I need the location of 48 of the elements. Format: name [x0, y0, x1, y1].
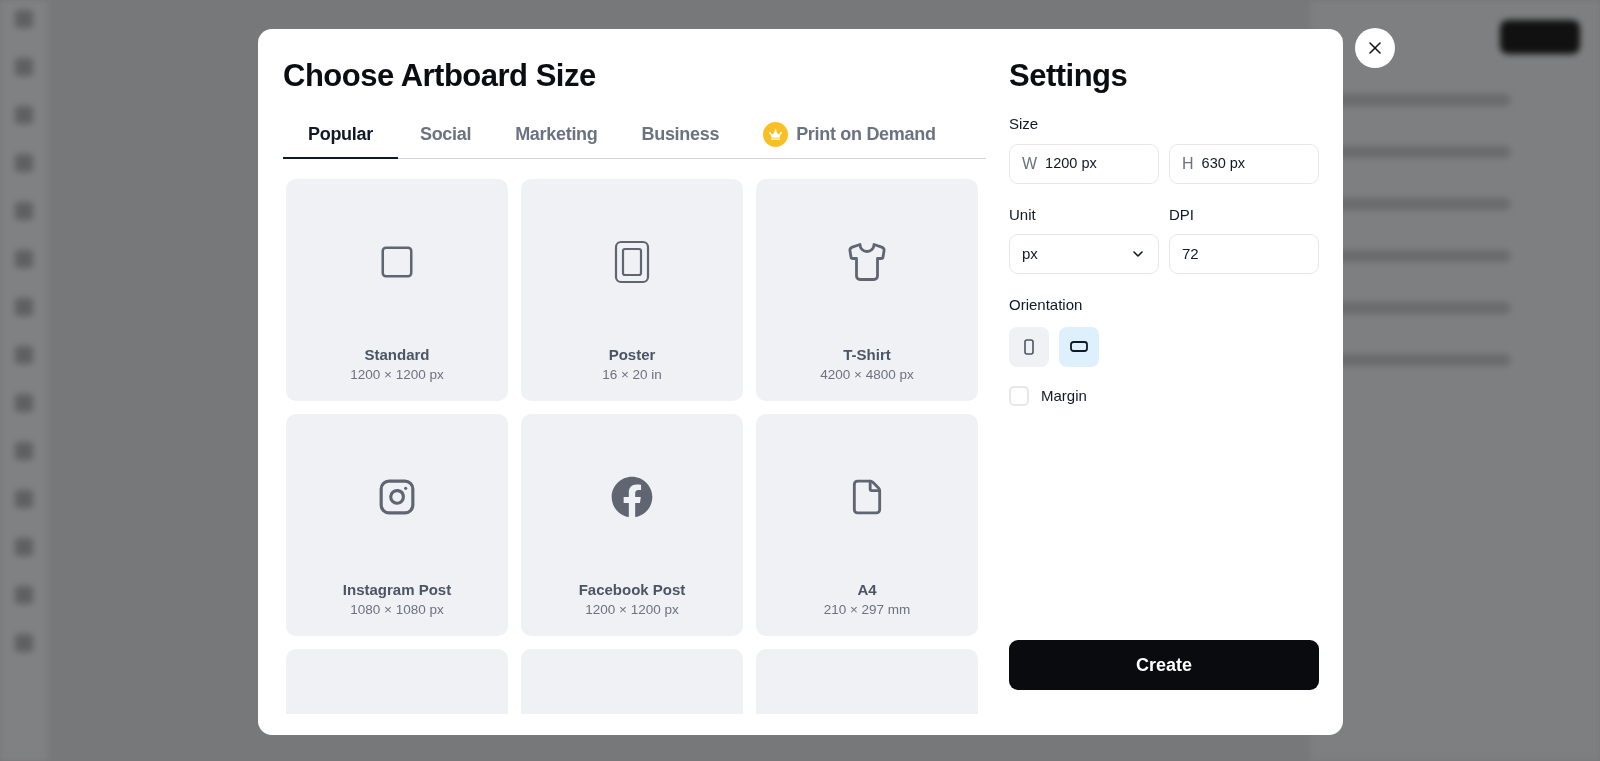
preset-size: 16 × 20 in — [602, 366, 662, 384]
preset-name: T-Shirt — [843, 345, 891, 365]
instagram-icon — [378, 478, 416, 516]
dpi-label: DPI — [1169, 204, 1195, 225]
category-tab[interactable]: Print on Demand — [741, 111, 958, 159]
preset-card[interactable]: Standard 1200 × 1200 px — [286, 179, 508, 401]
facebook-icon — [611, 476, 653, 518]
tshirt-icon — [846, 241, 888, 283]
create-button[interactable]: Create — [1009, 640, 1319, 690]
orientation-label: Orientation — [1009, 295, 1084, 315]
preset-name: A4 — [857, 580, 877, 600]
margin-label: Margin — [1041, 385, 1087, 406]
portrait-icon — [1024, 338, 1034, 355]
square-icon — [378, 243, 416, 281]
settings-title: Settings — [1009, 57, 1129, 95]
category-tab[interactable]: Social — [397, 111, 494, 159]
landscape-icon — [1070, 341, 1088, 352]
dimension-prefix: H — [1182, 153, 1194, 174]
category-tab[interactable]: Popular — [283, 111, 398, 159]
dpi-field[interactable]: 72 — [1169, 234, 1319, 274]
preset-size: 1080 × 1080 px — [350, 601, 444, 619]
category-tab[interactable]: Business — [619, 111, 742, 159]
preset-card[interactable]: Facebook Post 1200 × 1200 px — [521, 414, 743, 636]
preset-name: Standard — [364, 345, 430, 365]
preset-card[interactable]: T-Shirt 4200 × 4800 px — [756, 179, 978, 401]
category-tab[interactable]: Marketing — [493, 111, 620, 159]
size-label: Size — [1009, 114, 1040, 134]
preset-size: 1200 × 1200 px — [585, 601, 679, 619]
dialog-title: Choose Artboard Size — [283, 57, 597, 95]
preset-size: 210 × 297 mm — [823, 601, 911, 619]
dimension-value: 1200 px — [1045, 153, 1097, 173]
poster-icon — [613, 240, 651, 284]
preset-card[interactable]: Poster 16 × 20 in — [521, 179, 743, 401]
margin-checkbox[interactable] — [1009, 385, 1029, 406]
preset-size: 1200 × 1200 px — [350, 366, 444, 384]
preset-card[interactable]: Instagram Post 1080 × 1080 px — [286, 414, 508, 636]
preset-card[interactable]: A4 210 × 297 mm — [756, 414, 978, 636]
dimension-field[interactable]: W 1200 px — [1009, 143, 1159, 184]
dimension-field[interactable]: H 630 px — [1169, 143, 1319, 184]
orientation-button[interactable] — [1059, 326, 1099, 367]
preset-name: Instagram Post — [342, 580, 452, 600]
preset-name: Facebook Post — [578, 580, 686, 600]
unit-select[interactable]: px — [1009, 234, 1159, 274]
preset-size: 4200 × 4800 px — [820, 366, 914, 384]
dimension-prefix: W — [1022, 153, 1038, 174]
preset-name: Poster — [608, 345, 656, 365]
unit-label: Unit — [1009, 204, 1037, 225]
dimension-value: 630 px — [1201, 153, 1246, 173]
